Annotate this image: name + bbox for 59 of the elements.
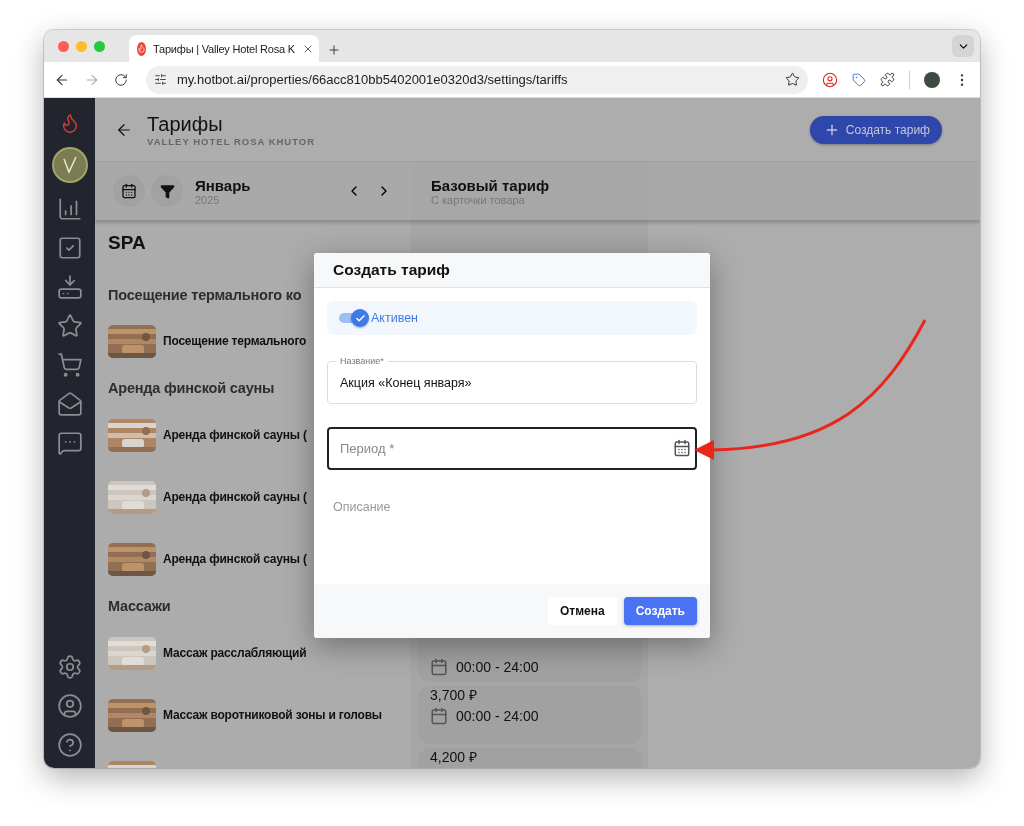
- month-title: Январь: [195, 176, 252, 194]
- calendar-icon[interactable]: [673, 439, 691, 457]
- period-field[interactable]: Период *: [327, 427, 697, 470]
- tag-icon[interactable]: [852, 72, 867, 87]
- profile-avatar[interactable]: [924, 71, 940, 88]
- dialog-title: Создать тариф: [333, 261, 450, 279]
- tab-title: Тарифы | Valley Hotel Rosa K: [153, 42, 295, 55]
- check-icon: [354, 312, 366, 324]
- calendar-icon: [430, 707, 448, 725]
- service-name: Аренда финской сауны (: [163, 490, 307, 504]
- help-icon[interactable]: [56, 732, 83, 758]
- active-switch[interactable]: [339, 308, 369, 328]
- property-avatar[interactable]: [51, 147, 88, 183]
- flame-icon: [137, 41, 146, 56]
- checkbox-icon[interactable]: [56, 235, 83, 261]
- price: 4,200 ₽: [430, 750, 478, 765]
- settings-icon[interactable]: [56, 654, 83, 680]
- service-name: Аренда финской сауны (: [163, 428, 307, 442]
- tariff-card[interactable]: 4,200 ₽: [418, 748, 642, 768]
- cancel-button[interactable]: Отмена: [547, 597, 617, 625]
- time-range: 00:00 - 24:00: [456, 659, 539, 675]
- service-name: Массаж воротниковой зоны и головы: [163, 708, 382, 722]
- service-name: Аренда финской сауны (: [163, 552, 307, 566]
- chart-icon[interactable]: [56, 196, 83, 222]
- browser-tab[interactable]: Тарифы | Valley Hotel Rosa K: [129, 35, 319, 62]
- create-button[interactable]: Создать: [623, 597, 697, 625]
- service-name: Массаж расслабляющий: [163, 646, 307, 660]
- tariff-column-title: Базовый тариф: [431, 176, 551, 194]
- create-tariff-button[interactable]: Создать тариф: [809, 115, 942, 144]
- tariff-card[interactable]: 3,700 ₽ 00:00 - 24:00: [418, 686, 642, 744]
- time-range: 00:00 - 24:00: [456, 708, 539, 724]
- inbox-download-icon[interactable]: [56, 274, 83, 300]
- calendar-icon: [121, 183, 137, 199]
- address-bar[interactable]: my.hotbot.ai/properties/66acc810bb5402001e0320d3/settings/tariffs: [146, 65, 809, 94]
- user-icon[interactable]: [56, 693, 83, 719]
- extension-icon[interactable]: [822, 71, 839, 88]
- calendar-icon: [430, 658, 448, 676]
- filter-button[interactable]: [151, 175, 183, 207]
- filter-icon: [159, 183, 175, 199]
- cart-icon[interactable]: [56, 352, 83, 378]
- page-title: Тарифы: [147, 112, 224, 136]
- hotel-name: VALLEY HOTEL ROSA KHUTOR: [147, 135, 317, 147]
- site-settings-icon[interactable]: [154, 73, 167, 86]
- chat-icon[interactable]: [56, 430, 83, 456]
- group-title: Посещение термального ко: [108, 287, 302, 303]
- service-name: Посещение термального: [163, 334, 307, 348]
- group-title: Аренда финской сауны: [108, 380, 275, 396]
- calendar-button[interactable]: [113, 175, 145, 207]
- reload-icon[interactable]: [114, 72, 128, 87]
- group-title: Массажи: [108, 598, 171, 614]
- extensions-icon[interactable]: [880, 72, 896, 87]
- new-tab-icon[interactable]: [327, 43, 341, 57]
- active-label: Активен: [371, 311, 418, 325]
- bookmark-star-icon[interactable]: [785, 72, 801, 87]
- price: 3,700 ₽: [430, 688, 478, 703]
- star-icon[interactable]: [56, 313, 83, 339]
- section-title: SPA: [108, 232, 146, 253]
- mail-icon[interactable]: [56, 391, 83, 417]
- tab-list-button[interactable]: [952, 35, 974, 57]
